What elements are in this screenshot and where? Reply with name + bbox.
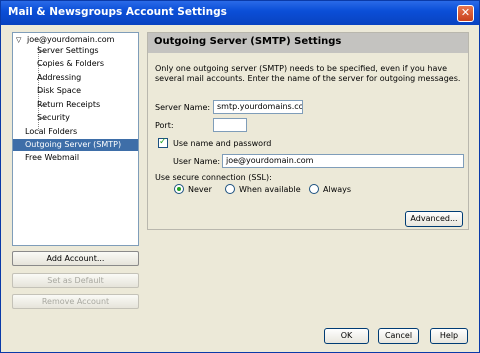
server-name-input[interactable]: smtp.yourdomains.com bbox=[213, 100, 303, 114]
add-account-button[interactable]: Add Account... bbox=[12, 251, 139, 266]
tree-item-disk-space[interactable]: Disk Space bbox=[37, 85, 81, 97]
user-name-label: User Name: bbox=[173, 157, 221, 166]
use-auth-label: Use name and password bbox=[173, 139, 272, 148]
port-input[interactable] bbox=[213, 118, 247, 132]
tree-item-local-folders[interactable]: Local Folders bbox=[25, 126, 77, 138]
panel-description: Only one outgoing server (SMTP) needs to… bbox=[155, 64, 461, 83]
ssl-label: Use secure connection (SSL): bbox=[155, 173, 272, 182]
cancel-button[interactable]: Cancel bbox=[378, 328, 419, 344]
tree-item-security[interactable]: Security bbox=[37, 112, 70, 124]
remove-account-button[interactable]: Remove Account bbox=[12, 294, 139, 309]
account-tree[interactable]: ▽ joe@yourdomain.com Server Settings Cop… bbox=[12, 32, 139, 246]
ssl-always-label: Always bbox=[323, 185, 352, 194]
close-icon: ✕ bbox=[460, 6, 471, 19]
ssl-never-label: Never bbox=[188, 185, 212, 194]
tree-item-outgoing-server[interactable]: Outgoing Server (SMTP) bbox=[13, 139, 138, 151]
ssl-when-available-radio[interactable] bbox=[225, 184, 235, 194]
panel-header: Outgoing Server (SMTP) Settings bbox=[148, 33, 468, 53]
tree-item-return-receipts[interactable]: Return Receipts bbox=[37, 99, 100, 111]
expand-collapse-icon[interactable]: ▽ bbox=[16, 36, 21, 44]
advanced-button[interactable]: Advanced... bbox=[405, 211, 463, 227]
tree-item-copies-folders[interactable]: Copies & Folders bbox=[37, 58, 104, 70]
account-settings-window: Mail & Newsgroups Account Settings ✕ ▽ j… bbox=[0, 0, 480, 353]
ssl-never-radio[interactable] bbox=[174, 184, 184, 194]
title-bar[interactable]: Mail & Newsgroups Account Settings ✕ bbox=[1, 1, 479, 25]
port-label: Port: bbox=[155, 121, 174, 130]
window-title: Mail & Newsgroups Account Settings bbox=[8, 6, 227, 18]
tree-item-server-settings[interactable]: Server Settings bbox=[37, 45, 99, 57]
help-button[interactable]: Help bbox=[430, 328, 468, 344]
ssl-always-radio[interactable] bbox=[309, 184, 319, 194]
user-name-input[interactable]: joe@yourdomain.com bbox=[222, 154, 464, 168]
server-name-label: Server Name: bbox=[155, 103, 211, 112]
set-as-default-button[interactable]: Set as Default bbox=[12, 273, 139, 288]
ok-button[interactable]: OK bbox=[324, 328, 369, 344]
tree-item-free-webmail[interactable]: Free Webmail bbox=[25, 152, 79, 164]
checkmark-icon: ✓ bbox=[159, 137, 167, 147]
smtp-settings-panel: Outgoing Server (SMTP) Settings Only one… bbox=[147, 32, 469, 230]
ssl-when-available-label: When available bbox=[239, 185, 301, 194]
close-button[interactable]: ✕ bbox=[457, 5, 474, 22]
panel-title: Outgoing Server (SMTP) Settings bbox=[154, 36, 342, 47]
radio-selected-dot bbox=[177, 187, 181, 191]
tree-item-addressing[interactable]: Addressing bbox=[37, 72, 81, 84]
use-auth-checkbox[interactable]: ✓ bbox=[158, 137, 168, 148]
